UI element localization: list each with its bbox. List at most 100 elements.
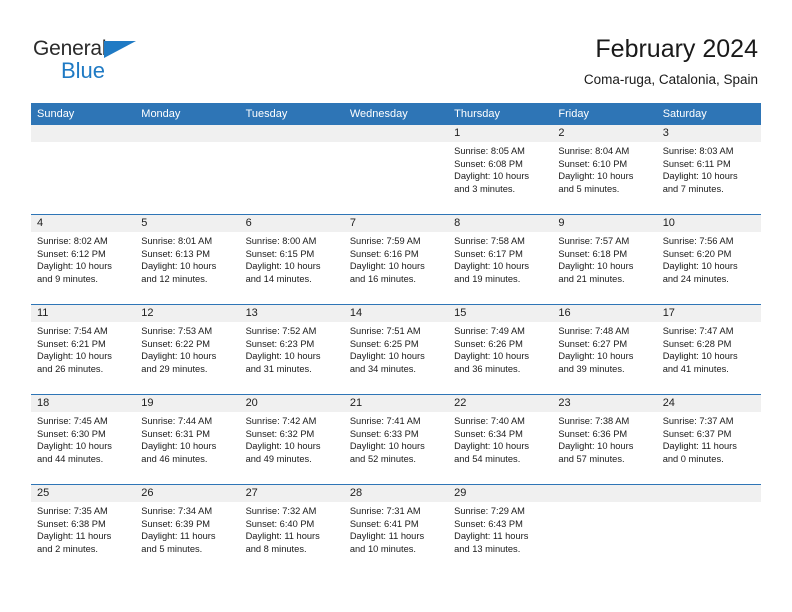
calendar-week-row: 18 19 20 21 22 23 24 Sunrise: 7:45 AM Sunset: 6:… [31,394,761,484]
day-cell-20[interactable]: Sunrise: 7:42 AM Sunset: 6:32 PM Daylight:… [240,412,344,484]
day-number-15[interactable]: 15 [448,305,552,322]
day-number-4[interactable]: 4 [31,215,135,232]
day-cell-8[interactable]: Sunrise: 7:58 AM Sunset: 6:17 PM Daylight:… [448,232,552,304]
day-cell-13[interactable]: Sunrise: 7:52 AM Sunset: 6:23 PM Daylight:… [240,322,344,394]
day-detail-band: Sunrise: 7:54 AM Sunset: 6:21 PM Daylight:… [31,322,761,394]
day-cell-17[interactable]: Sunrise: 7:47 AM Sunset: 6:28 PM Daylight:… [657,322,761,394]
day-number-26[interactable]: 26 [135,485,239,502]
day-detail-line: Sunset: 6:15 PM [245,248,315,259]
day-number-12[interactable]: 12 [135,305,239,322]
day-detail-line: Sunset: 6:31 PM [141,428,211,439]
day-cell-9[interactable]: Sunrise: 7:57 AM Sunset: 6:18 PM Daylight:… [552,232,656,304]
day-detail-line: Daylight: 10 hours [558,351,634,362]
day-detail-line: Sunset: 6:37 PM [662,428,732,439]
day-cell-18[interactable]: Sunrise: 7:45 AM Sunset: 6:30 PM Daylight:… [31,412,135,484]
day-cell-empty [552,502,656,574]
day-detail-line: and 24 minutes. [662,274,729,285]
day-detail-line: Daylight: 11 hours [245,531,320,542]
day-detail-line: Daylight: 10 hours [558,261,634,272]
day-detail-line: Sunset: 6:25 PM [349,338,419,349]
day-number-23[interactable]: 23 [552,395,656,412]
day-number-25[interactable]: 25 [31,485,135,502]
day-number-27[interactable]: 27 [240,485,344,502]
calendar-week-row: 1 2 3 Sunrise: 8:05 AM Sunset: 6:08 PM Daylig… [31,125,761,214]
day-number-16[interactable]: 16 [552,305,656,322]
day-cell-6[interactable]: Sunrise: 8:00 AM Sunset: 6:15 PM Daylight:… [240,232,344,304]
day-number-7[interactable]: 7 [344,215,448,232]
day-cell-11[interactable]: Sunrise: 7:54 AM Sunset: 6:21 PM Daylight:… [31,322,135,394]
day-cell-24[interactable]: Sunrise: 7:37 AM Sunset: 6:37 PM Daylight:… [657,412,761,484]
day-cell-22[interactable]: Sunrise: 7:40 AM Sunset: 6:34 PM Daylight:… [448,412,552,484]
day-detail-line: Daylight: 10 hours [454,351,530,362]
day-number-14[interactable]: 14 [344,305,448,322]
day-number-20[interactable]: 20 [240,395,344,412]
day-detail-line: and 46 minutes. [141,454,208,465]
day-detail-line: and 3 minutes. [454,184,516,195]
day-detail-line: Sunset: 6:40 PM [245,518,315,529]
day-cell-7[interactable]: Sunrise: 7:59 AM Sunset: 6:16 PM Daylight:… [344,232,448,304]
day-cell-3[interactable]: Sunrise: 8:03 AM Sunset: 6:11 PM Daylight:… [657,142,761,214]
day-detail-line: Sunset: 6:41 PM [349,518,419,529]
day-detail-line: and 14 minutes. [245,274,312,285]
day-detail-line: Daylight: 10 hours [349,441,425,452]
day-cell-4[interactable]: Sunrise: 8:02 AM Sunset: 6:12 PM Daylight:… [31,232,135,304]
day-detail-line: Sunset: 6:27 PM [558,338,628,349]
day-number-18[interactable]: 18 [31,395,135,412]
day-number-19[interactable]: 19 [135,395,239,412]
day-number-29[interactable]: 29 [448,485,552,502]
day-cell-14[interactable]: Sunrise: 7:51 AM Sunset: 6:25 PM Daylight:… [344,322,448,394]
day-number-6[interactable]: 6 [240,215,344,232]
day-number-2[interactable]: 2 [552,125,656,142]
day-detail-line: Daylight: 10 hours [141,351,217,362]
day-cell-27[interactable]: Sunrise: 7:32 AM Sunset: 6:40 PM Daylight:… [240,502,344,574]
day-detail-line: Sunrise: 7:32 AM [245,506,317,516]
day-cell-2[interactable]: Sunrise: 8:04 AM Sunset: 6:10 PM Daylight:… [552,142,656,214]
day-cell-19[interactable]: Sunrise: 7:44 AM Sunset: 6:31 PM Daylight:… [135,412,239,484]
day-detail-line: Sunrise: 7:48 AM [558,326,630,336]
day-number-28[interactable]: 28 [344,485,448,502]
day-cell-29[interactable]: Sunrise: 7:29 AM Sunset: 6:43 PM Daylight:… [448,502,552,574]
day-cell-1[interactable]: Sunrise: 8:05 AM Sunset: 6:08 PM Daylight:… [448,142,552,214]
day-number-24[interactable]: 24 [657,395,761,412]
day-cell-10[interactable]: Sunrise: 7:56 AM Sunset: 6:20 PM Daylight:… [657,232,761,304]
day-detail-band: Sunrise: 7:45 AM Sunset: 6:30 PM Daylight:… [31,412,761,484]
day-number-9[interactable]: 9 [552,215,656,232]
day-detail-line: Daylight: 10 hours [454,171,530,182]
day-cell-25[interactable]: Sunrise: 7:35 AM Sunset: 6:38 PM Daylight:… [31,502,135,574]
day-number-5[interactable]: 5 [135,215,239,232]
triangle-icon [104,41,136,58]
day-detail-line: Sunrise: 8:02 AM [37,236,108,246]
calendar-week-row: 25 26 27 28 29 Sunrise: 7:35 AM Sunset: 6:38 P… [31,484,761,574]
day-cell-empty [344,142,448,214]
day-detail-line: Sunset: 6:38 PM [37,518,106,529]
day-detail-line: and 2 minutes. [37,544,98,555]
day-cell-16[interactable]: Sunrise: 7:48 AM Sunset: 6:27 PM Daylight:… [552,322,656,394]
day-detail-line: Daylight: 10 hours [454,261,530,272]
day-cell-15[interactable]: Sunrise: 7:49 AM Sunset: 6:26 PM Daylight:… [448,322,552,394]
day-number-10[interactable]: 10 [657,215,761,232]
day-detail-line: Sunrise: 8:00 AM [245,236,317,246]
day-detail-line: Sunset: 6:34 PM [454,428,523,439]
day-number-13[interactable]: 13 [240,305,344,322]
day-number-11[interactable]: 11 [31,305,135,322]
day-cell-28[interactable]: Sunrise: 7:31 AM Sunset: 6:41 PM Daylight:… [344,502,448,574]
day-cell-5[interactable]: Sunrise: 8:01 AM Sunset: 6:13 PM Daylight:… [135,232,239,304]
day-cell-26[interactable]: Sunrise: 7:34 AM Sunset: 6:39 PM Daylight:… [135,502,239,574]
logo-text-general: General [33,37,107,60]
weekday-header-tuesday: Tuesday [245,108,288,120]
day-number-1[interactable]: 1 [448,125,552,142]
day-detail-line: Daylight: 11 hours [349,531,425,542]
day-cell-23[interactable]: Sunrise: 7:38 AM Sunset: 6:36 PM Daylight:… [552,412,656,484]
day-cell-21[interactable]: Sunrise: 7:41 AM Sunset: 6:33 PM Daylight:… [344,412,448,484]
day-number-22[interactable]: 22 [448,395,552,412]
page-title: February 2024 [595,35,758,63]
day-number-21[interactable]: 21 [344,395,448,412]
day-number-8[interactable]: 8 [448,215,552,232]
day-detail-band: Sunrise: 7:35 AM Sunset: 6:38 PM Daylight:… [31,502,761,574]
day-number-3[interactable]: 3 [657,125,761,142]
day-number-17[interactable]: 17 [657,305,761,322]
day-cell-12[interactable]: Sunrise: 7:53 AM Sunset: 6:22 PM Daylight:… [135,322,239,394]
day-detail-line: and 54 minutes. [454,454,521,465]
day-detail-line: Sunrise: 7:51 AM [349,326,421,336]
day-detail-line: Sunset: 6:18 PM [558,248,628,259]
